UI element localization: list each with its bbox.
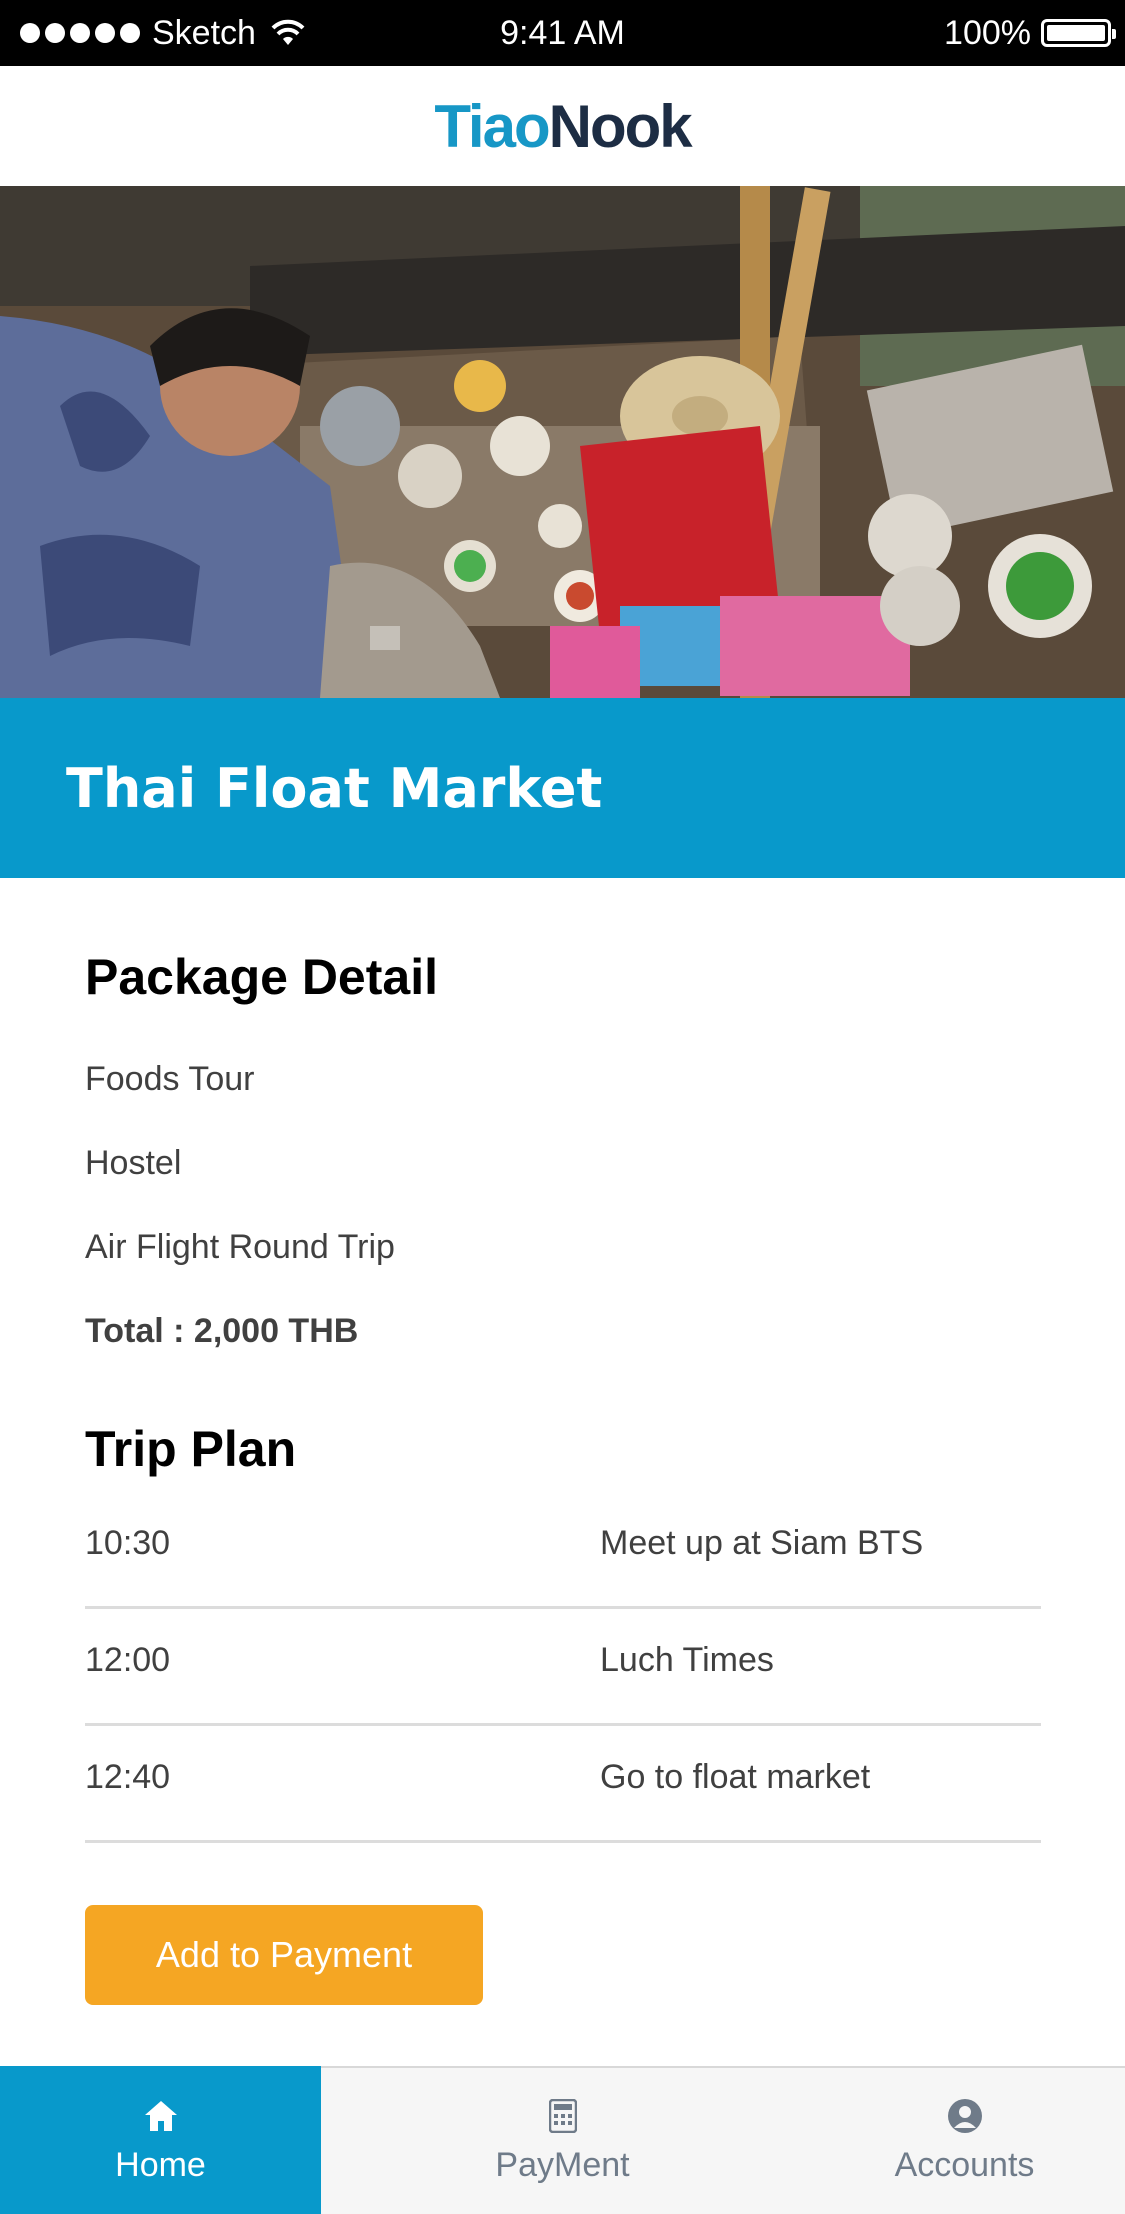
hero-image — [0, 186, 1125, 698]
status-right: 100% — [944, 0, 1116, 66]
trip-plan-heading: Trip Plan — [85, 1421, 297, 1477]
trip-plan-row: 10:30 Meet up at Siam BTS — [85, 1490, 1041, 1609]
trip-time: 12:40 — [85, 1758, 171, 1796]
trip-plan-row: 12:40 Go to float market — [85, 1724, 1041, 1843]
title-band: Thai Float Market — [0, 698, 1125, 878]
market-photo-illustration — [0, 186, 1125, 698]
app-logo: TiaoNook — [434, 92, 693, 161]
app-header: TiaoNook — [0, 66, 1125, 186]
logo-part-tiao: Tiao — [434, 92, 550, 160]
add-to-payment-button[interactable]: Add to Payment — [85, 1905, 483, 2005]
package-total: Total : 2,000 THB — [85, 1312, 359, 1350]
tab-payment[interactable]: PayMent — [321, 2066, 804, 2214]
home-icon — [143, 2096, 179, 2136]
package-item: Air Flight Round Trip — [85, 1228, 395, 1266]
trip-time: 12:00 — [85, 1641, 171, 1679]
tab-payment-label: PayMent — [495, 2145, 630, 2184]
bottom-tab-bar: Home PayMent Accounts — [0, 2066, 1125, 2214]
package-detail-heading: Package Detail — [85, 949, 438, 1005]
tab-accounts[interactable]: Accounts — [804, 2066, 1125, 2214]
trip-time: 10:30 — [85, 1524, 171, 1562]
user-icon — [947, 2096, 983, 2136]
tab-accounts-label: Accounts — [894, 2145, 1035, 2184]
battery-percent: 100% — [944, 13, 1031, 52]
calculator-icon — [548, 2096, 577, 2136]
package-item: Foods Tour — [85, 1060, 255, 1098]
tab-home[interactable]: Home — [0, 2066, 321, 2214]
status-bar: Sketch 9:41 AM 100% — [0, 0, 1125, 66]
trip-activity: Meet up at Siam BTS — [600, 1524, 924, 1562]
trip-plan-row: 12:00 Luch Times — [85, 1607, 1041, 1726]
battery-icon — [1041, 19, 1116, 47]
package-item: Hostel — [85, 1144, 182, 1182]
trip-activity: Luch Times — [600, 1641, 774, 1679]
tab-home-label: Home — [115, 2145, 206, 2184]
page-title: Thai Float Market — [66, 756, 603, 820]
trip-activity: Go to float market — [600, 1758, 871, 1796]
logo-part-nook: Nook — [548, 92, 693, 160]
